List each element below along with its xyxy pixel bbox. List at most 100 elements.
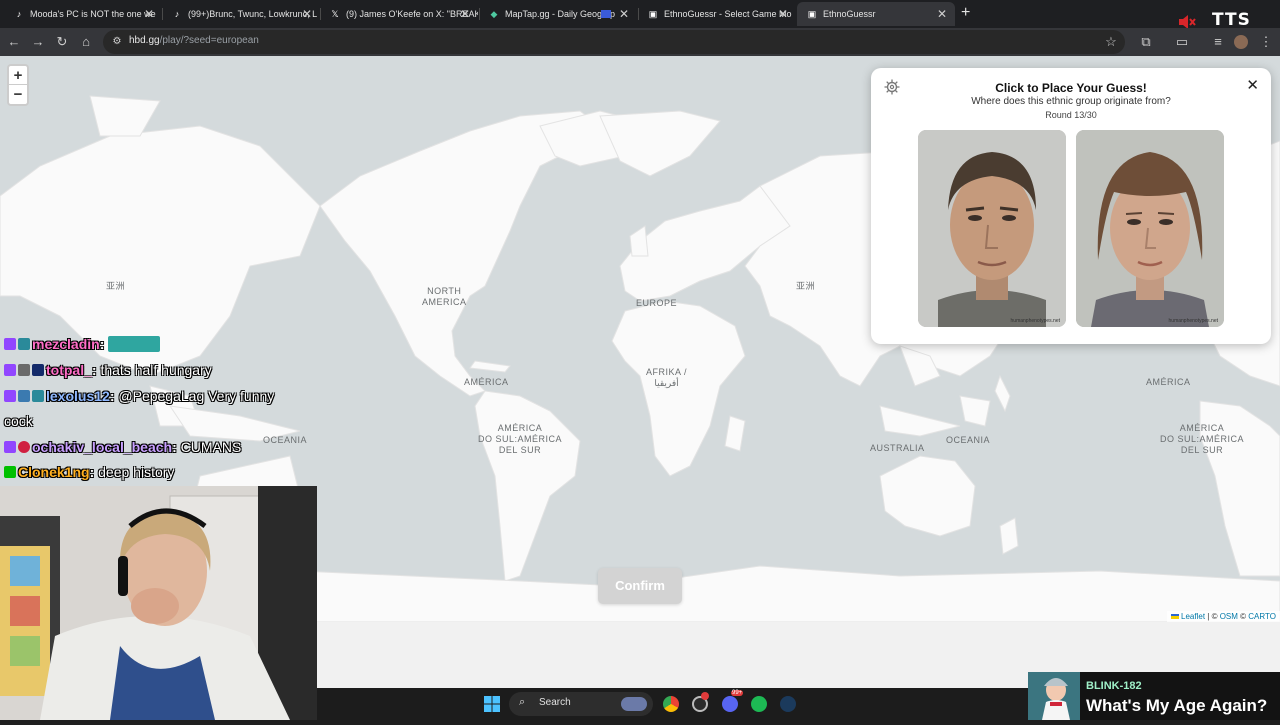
chat-separator: : [99, 336, 105, 352]
tab-title: Mooda's PC is NOT the one we [30, 9, 156, 19]
maptap-icon: ◆ [490, 9, 498, 19]
home-icon[interactable]: ⌂ [78, 34, 94, 50]
map-label-asia-left: 亚洲 [106, 281, 126, 291]
back-icon[interactable]: ← [6, 34, 22, 50]
tab-1[interactable]: ♪ Mooda's PC is NOT the one we ✕ [4, 2, 162, 26]
new-tab-button[interactable]: + [961, 4, 970, 22]
map-label-america-right: AMÉRICA [1146, 377, 1191, 387]
image-caption: humanphenotypes.net [1010, 318, 1060, 324]
media-controls-icon[interactable]: ≡ [1210, 34, 1226, 50]
zoom-in-button[interactable]: + [9, 66, 27, 85]
bookmark-star-icon[interactable]: ☆ [1103, 34, 1119, 50]
chat-message: mezcladin: [4, 336, 161, 358]
taskbar-search[interactable]: ⌕ Search [509, 692, 653, 716]
close-tab-icon[interactable]: ✕ [937, 2, 947, 26]
tab-6-active[interactable]: ▣ EthnoGuessr ✕ [797, 2, 955, 26]
close-tab-icon[interactable]: ✕ [460, 2, 470, 26]
attribution-sep-2: © [1237, 612, 1249, 621]
chrome-icon[interactable] [663, 696, 679, 712]
map-label-europe: EUROPE [636, 298, 678, 308]
profile-avatar-icon[interactable] [1234, 35, 1248, 49]
steam-icon[interactable] [780, 696, 796, 712]
audio-indicator-icon [601, 10, 611, 18]
menu-kebab-icon[interactable]: ⋮ [1258, 34, 1274, 50]
browser-tab-strip: ♪ Mooda's PC is NOT the one we ✕ ♪ (99+)… [0, 0, 1280, 30]
male-face-image: humanphenotypes.net [918, 130, 1066, 327]
map-attribution: Leaflet | © OSM © CARTO [1166, 611, 1280, 622]
tab-3[interactable]: 𝕏 (9) James O'Keefe on X: "BREAK ✕ [320, 2, 478, 26]
search-icon: ⌕ [519, 696, 526, 708]
reload-icon[interactable]: ↻ [54, 34, 70, 50]
close-tab-icon[interactable]: ✕ [619, 2, 629, 26]
tab-title: EthnoGuessr - Select Game Mo [664, 9, 792, 19]
address-bar[interactable]: ⚙ hbd.gg/play/?seed=european ☆ [103, 30, 1125, 54]
close-tab-icon[interactable]: ✕ [778, 2, 788, 26]
search-highlight-icon [621, 697, 647, 711]
zoom-control: + − [7, 64, 29, 106]
notification-dot [701, 692, 709, 700]
chat-message: lexolus12: @PepegaLag Very funny [4, 388, 274, 410]
forward-icon[interactable]: → [30, 34, 46, 50]
carto-link[interactable]: CARTO [1248, 612, 1276, 621]
attribution-sep: | © [1205, 612, 1220, 621]
url-host: hbd.gg [129, 35, 160, 46]
now-playing-widget: BLINK-182 What's My Age Again? [1028, 672, 1280, 720]
sub-badge-icon [18, 364, 30, 376]
tab-4[interactable]: ◆ MapTap.gg - Daily Geograp ✕ [479, 2, 637, 26]
windows-start-icon[interactable] [484, 696, 500, 712]
chat-username: mezcladin [32, 336, 100, 352]
chat-message: ochakiv_local_beach: CUMANS [4, 439, 241, 461]
osm-link[interactable]: OSM [1220, 612, 1238, 621]
emote-icon [108, 336, 161, 352]
discord-badge: 99+ [731, 690, 744, 696]
zoom-out-button[interactable]: − [9, 85, 27, 104]
ukraine-flag-icon [1170, 614, 1179, 619]
chat-text: thats half hungary [96, 362, 212, 378]
map-label-south-america-right: AMÉRICA DO SUL:AMÉRICA DEL SUR [1160, 423, 1245, 455]
user-badge-icon [32, 390, 44, 402]
leaflet-link[interactable]: Leaflet [1181, 612, 1205, 621]
chat-username: ochakiv_local_beach [32, 439, 173, 455]
tiktok-icon: ♪ [16, 9, 22, 19]
webcam-feed [0, 486, 317, 720]
tab-title: (99+)Brunc, Twunc, Lowkrunc, L [188, 9, 318, 19]
map-label-africa: AFRIKA / أفريقيا [646, 367, 688, 388]
sub-badge-icon [18, 390, 30, 402]
confirm-button[interactable]: Confirm [598, 568, 682, 604]
now-playing-title: What's My Age Again? [1086, 696, 1268, 715]
map-label-oceania-right: OCEANIA [946, 435, 991, 445]
chat-text: CUMANS [176, 439, 242, 455]
ethnoguessr-icon: ▣ [807, 9, 817, 19]
close-icon[interactable]: ✕ [1246, 76, 1259, 94]
twitch-badge-icon [4, 338, 16, 350]
ethnoguessr-icon: ▣ [648, 9, 658, 19]
tab-2[interactable]: ♪ (99+)Brunc, Twunc, Lowkrunc, L ✕ [162, 2, 320, 26]
x-icon: 𝕏 [331, 9, 339, 19]
map-label-south-america-left: AMÉRICA DO SUL:AMÉRICA DEL SUR [478, 423, 563, 455]
chat-text: cock [4, 413, 33, 429]
twitch-badge-icon [4, 390, 16, 402]
tab-title: (9) James O'Keefe on X: "BREAK [346, 9, 478, 19]
map-label-oceania-left: OCEANIA [263, 435, 308, 445]
close-tab-icon[interactable]: ✕ [144, 2, 154, 26]
taskbar-search-label: Search [539, 697, 571, 708]
chat-username: Clonek1ng [18, 464, 90, 480]
chat-text: @PepegaLag Very funny [114, 388, 275, 404]
chat-username: totpal_ [46, 362, 92, 378]
map-label-australia: AUSTRALIA [870, 443, 925, 453]
site-info-icon[interactable]: ⚙ [109, 34, 125, 50]
chat-text: deep history [94, 464, 175, 480]
browser-toolbar: ← → ↻ ⌂ ⚙ hbd.gg/play/?seed=european ☆ ⧉… [0, 28, 1280, 56]
cast-icon[interactable]: ▭ [1174, 34, 1190, 50]
chat-message: Clonek1ng: deep history [4, 464, 174, 486]
spotify-icon[interactable] [751, 696, 767, 712]
album-art [1028, 672, 1080, 720]
url-path: /play/?seed=european [159, 35, 259, 46]
twitch-badge-icon [4, 364, 16, 376]
tab-title: MapTap.gg - Daily Geograp [505, 9, 616, 19]
extensions-icon[interactable]: ⧉ [1138, 34, 1154, 50]
close-tab-icon[interactable]: ✕ [302, 2, 312, 26]
twitch-badge-icon [4, 441, 16, 453]
discord-icon[interactable] [722, 696, 738, 712]
tab-5[interactable]: ▣ EthnoGuessr - Select Game Mo ✕ [638, 2, 796, 26]
